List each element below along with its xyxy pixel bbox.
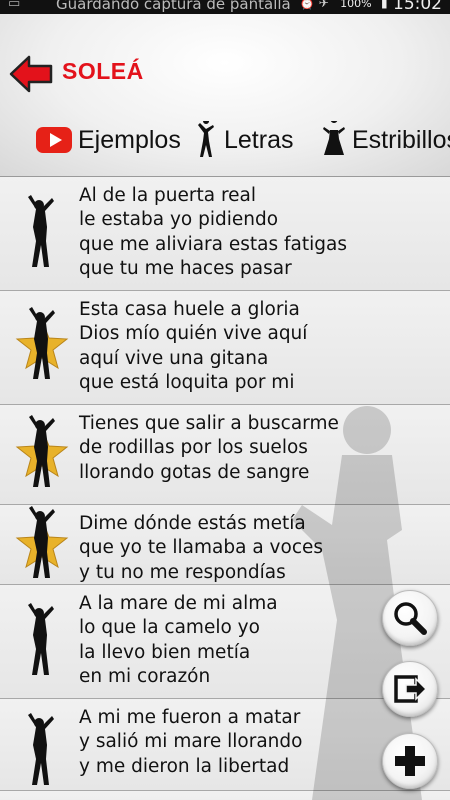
youtube-icon: [36, 127, 72, 153]
verse-text: A mi me fueron a matar y salió mi mare l…: [79, 707, 303, 777]
flamenco-dancer-icon: [28, 713, 54, 785]
add-button[interactable]: [382, 733, 438, 789]
list-item[interactable]: Esta casa huele a gloria Dios mío quién …: [0, 291, 450, 405]
alarm-airplane-icons: ⏰ ✈: [299, 0, 329, 10]
tab-ejemplos[interactable]: Ejemplos: [36, 120, 181, 160]
list-item[interactable]: A mi me fueron a matar y salió mi mare l…: [0, 699, 450, 791]
search-button[interactable]: [382, 590, 438, 646]
verse-text: A la mare de mi alma lo que la camelo yo…: [79, 593, 278, 687]
flamenco-dancer-icon: [198, 121, 214, 157]
tab-letras[interactable]: Letras: [194, 120, 293, 160]
verse-text: Tienes que salir a buscarme de rodillas …: [79, 413, 339, 483]
tab-ejemplos-label: Ejemplos: [78, 125, 181, 154]
status-right-group: ⏰ ✈ 100% ▮ 15:02: [300, 0, 442, 14]
favorite-star-dancer-icon: [15, 307, 69, 379]
favorite-star-dancer-icon: [15, 506, 69, 578]
flamenco-dancer-icon: [28, 603, 54, 675]
plus-icon: [395, 746, 425, 776]
verse-text: Al de la puerta real le estaba yo pidien…: [79, 185, 347, 279]
tab-estribillos-label: Estribillos: [352, 125, 450, 154]
tab-bar: Ejemplos Letras Estribillos: [36, 120, 450, 160]
verse-text: Dime dónde estás metía que yo te llamaba…: [79, 513, 324, 583]
verse-text: Esta casa huele a gloria Dios mío quién …: [79, 299, 308, 393]
app-header: SOLEÁ Ejemplos Letras Estribillos: [0, 14, 450, 176]
list-item[interactable]: Al de la puerta real le estaba yo pidien…: [0, 177, 450, 291]
back-button[interactable]: [8, 54, 54, 94]
flamenco-dancer-dress-icon: [323, 121, 345, 155]
verse-list: Al de la puerta real le estaba yo pidien…: [0, 176, 450, 800]
search-icon: [394, 602, 427, 635]
page-title: SOLEÁ: [62, 58, 144, 84]
status-bar: ▭ Guardando captura de pantalla ⏰ ✈ 100%…: [0, 0, 450, 14]
list-item[interactable]: [0, 791, 450, 800]
share-button[interactable]: [382, 661, 438, 717]
battery-percent: 100%: [340, 0, 372, 10]
list-item[interactable]: Tienes que salir a buscarme de rodillas …: [0, 405, 450, 505]
list-item[interactable]: Dime dónde estás metía que yo te llamaba…: [0, 505, 450, 585]
screenshot-icon: ▭: [8, 0, 21, 11]
battery-icon: ▮: [380, 0, 388, 10]
flamenco-dancer-icon: [28, 195, 54, 267]
back-arrow-icon: [9, 55, 53, 93]
status-time: 15:02: [393, 0, 442, 14]
tab-letras-label: Letras: [224, 125, 294, 154]
favorite-star-dancer-icon: [15, 415, 69, 487]
share-icon: [394, 675, 428, 703]
tab-estribillos[interactable]: Estribillos: [320, 120, 450, 160]
status-notification-text: Guardando captura de pantalla: [56, 0, 291, 13]
